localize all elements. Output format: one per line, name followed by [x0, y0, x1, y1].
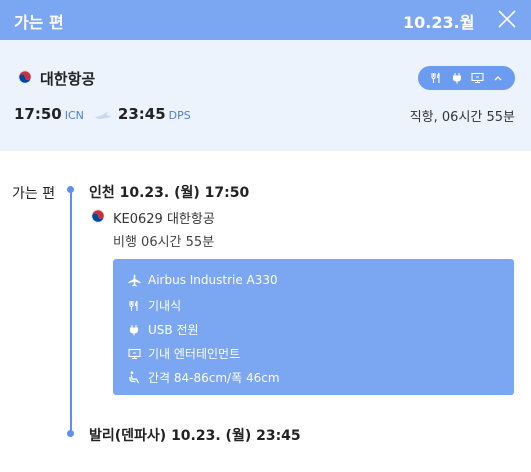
- info-item-aircraft: Airbus Industrie A330: [127, 273, 278, 287]
- header-bar: 가는 편 10.23.월: [0, 0, 531, 40]
- info-item-meal: 기내식: [127, 297, 181, 314]
- departure-time: 17:50: [14, 105, 62, 123]
- header-title: 가는 편: [14, 13, 64, 32]
- screen-icon: [471, 72, 484, 84]
- info-text-entertainment: 기내 엔터테인먼트: [148, 347, 241, 361]
- flight-number: KE0629 대한항공: [113, 212, 215, 227]
- airline-logo-icon: [91, 208, 105, 227]
- flight-times: 17:50 ICN 23:45 DPS: [14, 104, 191, 123]
- timeline-line: [70, 189, 72, 433]
- seat-icon: [127, 371, 141, 385]
- info-item-usb: USB 전원: [127, 321, 199, 338]
- plug-icon: [127, 323, 141, 337]
- info-item-entertainment: 기내 엔터테인먼트: [127, 345, 240, 362]
- meal-icon: [127, 299, 141, 313]
- timeline-dot-departure: [67, 186, 74, 193]
- meal-icon: [430, 72, 442, 84]
- screen-icon: [127, 347, 141, 361]
- departure-info: 인천 10.23. (월) 17:50: [89, 185, 250, 201]
- leg-label: 가는 편: [12, 186, 56, 202]
- close-icon[interactable]: [496, 8, 518, 30]
- airline-row: 대한항공: [18, 68, 95, 89]
- aircraft-info-box: Airbus Industrie A330 기내식 USB 전원 기내 엔터테인…: [113, 259, 514, 395]
- flight-detail: 가는 편 인천 10.23. (월) 17:50 KE0629 대한항공 비행 …: [0, 151, 531, 472]
- airline-name: 대한항공: [40, 70, 96, 88]
- info-text-meal: 기내식: [148, 299, 182, 313]
- info-text-usb: USB 전원: [148, 323, 199, 337]
- flight-duration: 비행 06시간 55분: [113, 235, 215, 250]
- timeline-dot-arrival: [67, 430, 74, 437]
- flight-number-row: KE0629 대한항공: [91, 208, 215, 227]
- plane-icon: [94, 106, 112, 125]
- arrival-code: DPS: [168, 109, 191, 122]
- plug-icon: [451, 72, 463, 84]
- amenities-toggle-button[interactable]: [418, 66, 515, 90]
- info-text-aircraft: Airbus Industrie A330: [148, 273, 278, 287]
- arrival-info: 발리(덴파사) 10.23. (월) 23:45: [89, 428, 301, 444]
- arrival-time: 23:45: [117, 105, 166, 123]
- plane-icon: [127, 273, 141, 287]
- info-item-seat: 간격 84-86cm/폭 46cm: [127, 369, 280, 386]
- duration-summary: 직항, 06시간 55분: [409, 110, 515, 125]
- airline-logo-icon: [18, 69, 32, 88]
- info-text-seat: 간격 84-86cm/폭 46cm: [148, 371, 280, 385]
- chevron-up-icon: [493, 73, 503, 83]
- header-date: 10.23.월: [403, 13, 475, 32]
- departure-code: ICN: [64, 109, 84, 122]
- flight-summary: 대한항공 17:50 ICN 23:45 DPS 직항, 06시간 55분: [0, 40, 531, 151]
